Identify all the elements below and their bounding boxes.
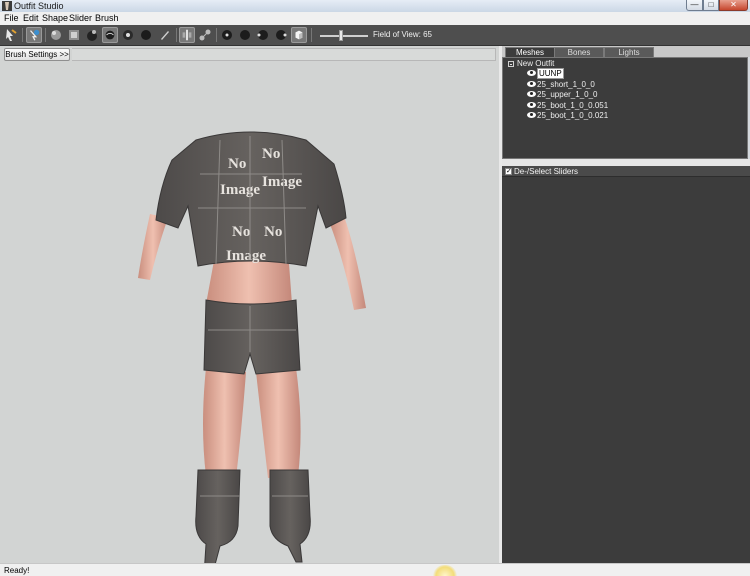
shorts [203, 299, 301, 375]
left-arm [138, 214, 168, 280]
toolbar: Field of View: 65 [0, 25, 750, 46]
mesh-name: 25_boot_1_0_0.021 [537, 111, 609, 120]
panel-tabs: Meshes Bones Lights [502, 46, 750, 57]
panel-splitter[interactable] [502, 159, 750, 166]
toolbar-separator [311, 28, 312, 42]
toolbar-separator [45, 28, 46, 42]
menu-bar: File Edit Shape Slider Brush [0, 12, 750, 25]
texture-label: No [264, 224, 282, 240]
texture-label: Image [226, 248, 266, 264]
menu-file[interactable]: File [4, 12, 19, 25]
menu-slider[interactable]: Slider [69, 12, 92, 25]
left-view-icon[interactable] [255, 27, 271, 43]
toolbar-separator [216, 28, 217, 42]
maximize-button[interactable]: □ [703, 0, 719, 11]
texture-label: Image [262, 174, 302, 190]
toolbar-separator [176, 28, 177, 42]
texture-label: No [262, 146, 280, 162]
outfit-studio-window: Outfit Studio — □ ✕ File Edit Shape Slid… [0, 0, 750, 576]
close-button[interactable]: ✕ [719, 0, 748, 11]
menu-edit[interactable]: Edit [23, 12, 39, 25]
right-view-icon[interactable] [273, 27, 289, 43]
fov-label: Field of View: 65 [373, 30, 432, 39]
jacket [155, 131, 347, 267]
slider-list [502, 177, 750, 563]
tree-collapse-toggle[interactable] [508, 61, 514, 67]
mask-brush-icon[interactable] [26, 27, 42, 43]
perspective-icon[interactable] [291, 27, 307, 43]
left-boot [195, 469, 241, 563]
deflate-brush-icon[interactable] [66, 27, 82, 43]
fov-slider-track[interactable] [320, 35, 368, 37]
inflate-brush-icon[interactable] [48, 27, 64, 43]
right-boot [269, 469, 311, 563]
right-leg [256, 368, 301, 478]
tab-meshes[interactable]: Meshes [505, 47, 555, 57]
texture-label: No [228, 156, 246, 172]
select-sliders-checkbox[interactable]: ✓ [505, 168, 512, 175]
menu-brush[interactable]: Brush [95, 12, 119, 25]
visibility-eye-icon[interactable] [527, 70, 536, 76]
model-render: No No Image Image No No Image [138, 131, 366, 563]
tab-lights[interactable]: Lights [604, 47, 654, 57]
pen-icon[interactable] [157, 27, 173, 43]
front-view-icon[interactable] [219, 27, 235, 43]
texture-label: Image [220, 182, 260, 198]
menu-shape[interactable]: Shape [42, 12, 68, 25]
tab-bones[interactable]: Bones [554, 47, 604, 57]
toolbar-separator [22, 28, 23, 42]
window-title: Outfit Studio [14, 1, 64, 11]
slider-header: ✓ De-/Select Sliders [502, 166, 750, 177]
weight-brush-icon[interactable] [138, 27, 154, 43]
right-arm [330, 216, 366, 310]
visibility-eye-icon[interactable] [527, 102, 536, 108]
visibility-eye-icon[interactable] [527, 81, 536, 87]
select-sliders-label[interactable]: De-/Select Sliders [514, 166, 578, 177]
texture-label: No [232, 224, 250, 240]
smooth-brush-icon[interactable] [102, 27, 118, 43]
connected-icon[interactable] [197, 27, 213, 43]
visibility-eye-icon[interactable] [527, 91, 536, 97]
status-text: Ready! [4, 566, 30, 575]
visibility-eye-icon[interactable] [527, 112, 536, 118]
status-bar: Ready! [0, 563, 750, 576]
app-icon [2, 1, 12, 11]
minimize-button[interactable]: — [686, 0, 703, 11]
move-brush-icon[interactable] [84, 27, 100, 43]
mirror-icon[interactable] [179, 27, 195, 43]
fov-slider-thumb[interactable] [339, 30, 343, 41]
3d-viewport[interactable]: Brush Settings >> No No Image Image No N… [0, 46, 499, 563]
mesh-tree: New Outfit UUNP 25_short_1_0_0 25_upper_… [502, 57, 748, 159]
select-tool-icon[interactable] [3, 27, 19, 43]
title-bar: Outfit Studio — □ ✕ [0, 0, 750, 12]
undiff-brush-icon[interactable] [120, 27, 136, 43]
back-view-icon[interactable] [237, 27, 253, 43]
left-leg [203, 368, 246, 478]
mesh-name: UUNP [537, 68, 564, 79]
mesh-name: 25_upper_1_0_0 [537, 90, 598, 99]
